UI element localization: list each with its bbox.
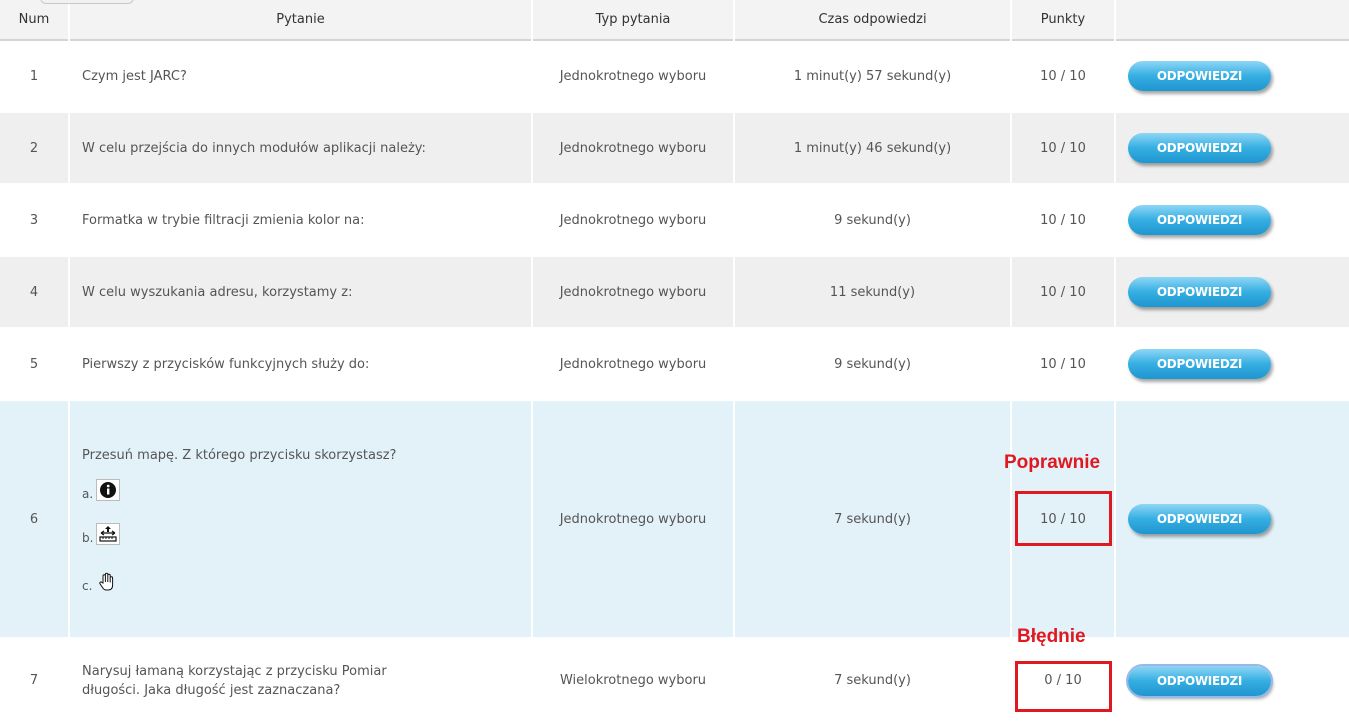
row-question: Pierwszy z przycisków funkcyjnych służy … bbox=[70, 329, 531, 401]
table-row: 1 Czym jest JARC? Jednokrotnego wyboru 1… bbox=[0, 41, 1349, 113]
row-points: 10 / 10 bbox=[1012, 41, 1114, 113]
answers-button[interactable]: ODPOWIEDZI bbox=[1128, 61, 1271, 91]
table-row: 7 Narysuj łamaną korzystając z przycisku… bbox=[0, 639, 1349, 724]
header-type[interactable]: Typ pytania bbox=[533, 0, 733, 41]
table-row: 3 Formatka w trybie filtracji zmienia ko… bbox=[0, 185, 1349, 257]
row-actions: ODPOWIEDZI bbox=[1116, 401, 1349, 639]
quiz-results-table: Num Pytanie Typ pytania Czas odpowiedzi … bbox=[0, 0, 1349, 724]
annotation-wrong-label: Błędnie bbox=[1017, 626, 1086, 647]
row-type: Jednokrotnego wyboru bbox=[533, 329, 733, 401]
header-actions bbox=[1116, 0, 1349, 41]
row-question-cell: Przesuń mapę. Z którego przycisku skorzy… bbox=[70, 401, 531, 639]
header-question[interactable]: Pytanie bbox=[70, 0, 531, 41]
option-label: b. bbox=[82, 530, 94, 545]
answers-button[interactable]: ODPOWIEDZI bbox=[1128, 205, 1271, 235]
answers-button[interactable]: ODPOWIEDZI bbox=[1128, 349, 1271, 379]
measure-icon bbox=[96, 522, 121, 545]
row-points: 10 / 10 bbox=[1012, 185, 1114, 257]
row-actions: ODPOWIEDZI bbox=[1116, 639, 1349, 724]
row-num: 1 bbox=[0, 41, 68, 113]
answers-button[interactable]: ODPOWIEDZI bbox=[1128, 133, 1271, 163]
option-b: b. bbox=[82, 522, 531, 545]
row-points: 10 / 10 bbox=[1012, 113, 1114, 185]
row-actions: ODPOWIEDZI bbox=[1116, 329, 1349, 401]
row-question: Czym jest JARC? bbox=[70, 41, 531, 113]
row-points: 10 / 10 bbox=[1012, 329, 1114, 401]
option-label: a. bbox=[82, 486, 94, 501]
annotation-correct-box bbox=[1015, 491, 1112, 546]
header-num[interactable]: Num bbox=[0, 0, 68, 41]
row-question: W celu przejścia do innych modułów aplik… bbox=[70, 113, 531, 185]
option-c: c. bbox=[82, 571, 531, 593]
row-time: 1 minut(y) 57 sekund(y) bbox=[735, 41, 1010, 113]
option-label: c. bbox=[82, 578, 93, 593]
table-header-row: Num Pytanie Typ pytania Czas odpowiedzi … bbox=[0, 0, 1349, 41]
answers-button[interactable]: ODPOWIEDZI bbox=[1126, 663, 1273, 698]
annotation-correct-label: Poprawnie bbox=[1004, 452, 1101, 473]
table-row: 2 W celu przejścia do innych modułów apl… bbox=[0, 113, 1349, 185]
row-time: 9 sekund(y) bbox=[735, 329, 1010, 401]
row-actions: ODPOWIEDZI bbox=[1116, 41, 1349, 113]
annotation-wrong-box bbox=[1015, 661, 1112, 712]
row-time: 7 sekund(y) bbox=[735, 401, 1010, 639]
info-icon bbox=[96, 478, 121, 501]
answers-button[interactable]: ODPOWIEDZI bbox=[1128, 277, 1271, 307]
row-num: 3 bbox=[0, 185, 68, 257]
row-question: Formatka w trybie filtracji zmienia kolo… bbox=[70, 185, 531, 257]
table-row: 4 W celu wyszukania adresu, korzystamy z… bbox=[0, 257, 1349, 329]
row-time: 11 sekund(y) bbox=[735, 257, 1010, 329]
row-points: 10 / 10 bbox=[1012, 257, 1114, 329]
header-points[interactable]: Punkty bbox=[1012, 0, 1114, 41]
option-a: a. bbox=[82, 478, 531, 501]
header-time[interactable]: Czas odpowiedzi bbox=[735, 0, 1010, 41]
row-actions: ODPOWIEDZI bbox=[1116, 185, 1349, 257]
row-question: Narysuj łamaną korzystając z przycisku P… bbox=[70, 639, 531, 724]
row-type: Jednokrotnego wyboru bbox=[533, 257, 733, 329]
row-actions: ODPOWIEDZI bbox=[1116, 113, 1349, 185]
row-num: 5 bbox=[0, 329, 68, 401]
row-time: 9 sekund(y) bbox=[735, 185, 1010, 257]
row-type: Wielokrotnego wyboru bbox=[533, 639, 733, 724]
row-type: Jednokrotnego wyboru bbox=[533, 41, 733, 113]
row-num: 6 bbox=[0, 401, 68, 639]
row-type: Jednokrotnego wyboru bbox=[533, 113, 733, 185]
row-actions: ODPOWIEDZI bbox=[1116, 257, 1349, 329]
row-question: Przesuń mapę. Z którego przycisku skorzy… bbox=[82, 447, 397, 463]
answers-button[interactable]: ODPOWIEDZI bbox=[1128, 504, 1271, 534]
row-num: 2 bbox=[0, 113, 68, 185]
row-time: 1 minut(y) 46 sekund(y) bbox=[735, 113, 1010, 185]
row-type: Jednokrotnego wyboru bbox=[533, 185, 733, 257]
row-question: W celu wyszukania adresu, korzystamy z: bbox=[70, 257, 531, 329]
row-num: 4 bbox=[0, 257, 68, 329]
table-row: 5 Pierwszy z przycisków funkcyjnych służ… bbox=[0, 329, 1349, 401]
row-time: 7 sekund(y) bbox=[735, 639, 1010, 724]
row-type: Jednokrotnego wyboru bbox=[533, 401, 733, 639]
row-num: 7 bbox=[0, 639, 68, 724]
table-row-highlighted: 6 Przesuń mapę. Z którego przycisku skor… bbox=[0, 401, 1349, 639]
hand-pan-icon bbox=[95, 571, 119, 593]
top-tab-stub[interactable] bbox=[40, 0, 134, 4]
